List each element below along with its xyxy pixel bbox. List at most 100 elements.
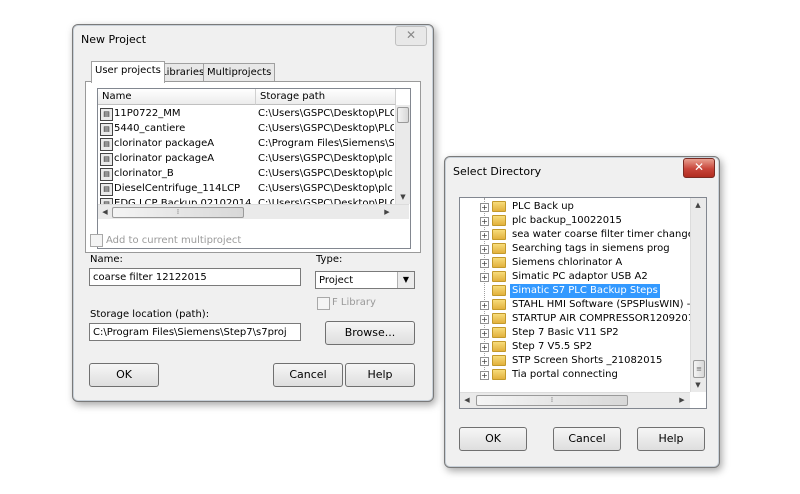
expand-icon[interactable]: + [480,371,489,380]
list-item[interactable]: ▤ clorinator packageA C:\Program Files\S… [98,136,394,151]
list-item[interactable]: ▤ DieselCentrifuge_114LCP C:\Users\GSPC\… [98,181,394,196]
list-item[interactable]: ▤ clorinator packageA C:\Users\GSPC\Desk… [98,151,394,166]
tab-panel: Name Storage path ▤ 11P0722_MM C:\Users\… [85,81,421,253]
tree-item-label: Step 7 Basic V11 SP2 [512,327,619,338]
list-item[interactable]: ▤ 5440_cantiere C:\Users\GSPC\Desktop\PL… [98,121,394,136]
dialog-title: New Project [81,33,147,46]
expand-icon[interactable]: + [480,203,489,212]
tab-user-projects[interactable]: User projects [91,61,165,83]
f-library-label: F Library [332,297,376,308]
scroll-up-icon[interactable]: ▲ [691,198,705,212]
project-name: clorinator_B [114,168,174,179]
vertical-scrollbar[interactable]: ▲ ▼ [395,105,410,204]
project-icon: ▤ [100,138,113,151]
title-bar[interactable]: New Project ✕ [73,25,433,53]
project-name: EDG LCP Backup 02102014 [114,198,252,204]
help-button[interactable]: Help [637,427,705,451]
project-path: C:\Users\GSPC\Desktop\plc b [258,183,394,194]
name-label: Name: [90,254,123,265]
project-name: clorinator packageA [114,153,215,164]
horizontal-scrollbar[interactable]: ◀ ⁞ ▶ [460,392,690,408]
storage-location-label: Storage location (path): [90,309,210,320]
chevron-down-icon[interactable]: ▼ [397,272,414,288]
storage-location-input[interactable]: C:\Program Files\Siemens\Step7\s7proj [89,323,301,341]
list-item[interactable]: ▤ EDG LCP Backup 02102014 C:\Users\GSPC\… [98,196,394,204]
folder-icon [492,215,506,226]
expand-icon[interactable]: + [480,301,489,310]
list-item[interactable]: ▤ clorinator_B C:\Users\GSPC\Desktop\plc… [98,166,394,181]
browse-button[interactable]: Browse... [325,321,415,345]
ok-button[interactable]: OK [459,427,527,451]
scroll-down-icon[interactable]: ▼ [691,378,705,392]
tree-item-label: plc backup_10022015 [512,215,622,226]
ok-button[interactable]: OK [89,363,159,387]
tab-multiprojects[interactable]: Multiprojects [203,63,276,82]
project-path: C:\Users\GSPC\Desktop\PLC [258,198,394,204]
new-project-dialog: New Project ✕ User projects Libraries Mu… [72,24,434,402]
project-icon: ▤ [100,153,113,166]
cancel-button[interactable]: Cancel [273,363,343,387]
scroll-thumb[interactable]: ≡ [693,360,705,378]
folder-icon [492,201,506,212]
expand-icon[interactable]: + [480,245,489,254]
scroll-right-icon[interactable]: ▶ [675,393,689,407]
title-bar[interactable]: Select Directory ✕ [445,157,719,185]
project-name: clorinator packageA [114,138,215,149]
scroll-down-icon[interactable]: ▼ [396,190,410,204]
help-button[interactable]: Help [345,363,415,387]
list-item[interactable]: ▤ 11P0722_MM C:\Users\GSPC\Desktop\PLC [98,106,394,121]
folder-icon [492,313,506,324]
type-select[interactable]: Project ▼ [315,271,415,289]
close-button[interactable]: ✕ [683,158,715,178]
scroll-right-icon[interactable]: ▶ [380,205,394,219]
tree-item-label: STARTUP AIR COMPRESSOR12092015 [512,313,701,324]
scroll-thumb[interactable]: ⁞ [112,207,244,218]
expand-icon[interactable]: + [480,315,489,324]
project-path: C:\Users\GSPC\Desktop\plc b [258,168,394,179]
project-path: C:\Users\GSPC\Desktop\plc b [258,153,394,164]
expand-icon[interactable]: + [480,273,489,282]
project-icon: ▤ [100,108,113,121]
folder-icon [492,327,506,338]
scroll-thumb[interactable]: ⁞ [476,395,628,406]
name-input[interactable]: coarse filter 12122015 [89,268,301,286]
project-list: Name Storage path ▤ 11P0722_MM C:\Users\… [97,88,411,249]
tree-item-label: PLC Back up [512,201,574,212]
expand-icon[interactable]: + [480,259,489,268]
folder-icon [492,271,506,282]
close-button[interactable]: ✕ [395,26,427,46]
cancel-button[interactable]: Cancel [553,427,621,451]
expand-icon[interactable]: + [480,343,489,352]
type-select-value: Project [319,275,354,286]
horizontal-scrollbar[interactable]: ◀ ⁞ ▶ [98,204,409,219]
scroll-thumb[interactable] [397,107,409,123]
project-path: C:\Users\GSPC\Desktop\PLC [258,108,394,119]
scroll-left-icon[interactable]: ◀ [460,393,474,407]
type-label: Type: [316,254,343,265]
add-to-multiproject-checkbox[interactable] [90,234,103,247]
column-header-name[interactable]: Name [98,89,256,105]
tree-item-label: STAHL HMI Software (SPSPlusWIN) - Di [512,299,704,310]
folder-icon [492,257,506,268]
vertical-scrollbar[interactable]: ▲ ≡ ▼ [690,198,706,392]
select-directory-dialog: Select Directory ✕ + PLC Back up + plc b… [444,156,720,468]
tree-item-label: Step 7 V5.5 SP2 [512,341,593,352]
tree-item-label: Searching tags in siemens prog [512,243,670,254]
expand-icon[interactable]: + [480,357,489,366]
tree-item-label: STP Screen Shorts _21082015 [512,355,663,366]
project-icon: ▤ [100,183,113,196]
f-library-checkbox[interactable] [317,297,330,310]
tree-item-label: Simatic PC adaptor USB A2 [512,271,648,282]
expand-icon[interactable]: + [480,231,489,240]
column-header-storage-path[interactable]: Storage path [256,89,396,105]
folder-icon [492,285,506,296]
expand-icon[interactable]: + [480,329,489,338]
project-name: DieselCentrifuge_114LCP [114,183,241,194]
project-icon: ▤ [100,168,113,181]
project-path: C:\Users\GSPC\Desktop\PLC [258,123,394,134]
expand-icon[interactable]: + [480,217,489,226]
folder-icon [492,243,506,254]
folder-icon [492,299,506,310]
scroll-left-icon[interactable]: ◀ [98,205,112,219]
tree-item-label: Tia portal connecting [512,369,618,380]
